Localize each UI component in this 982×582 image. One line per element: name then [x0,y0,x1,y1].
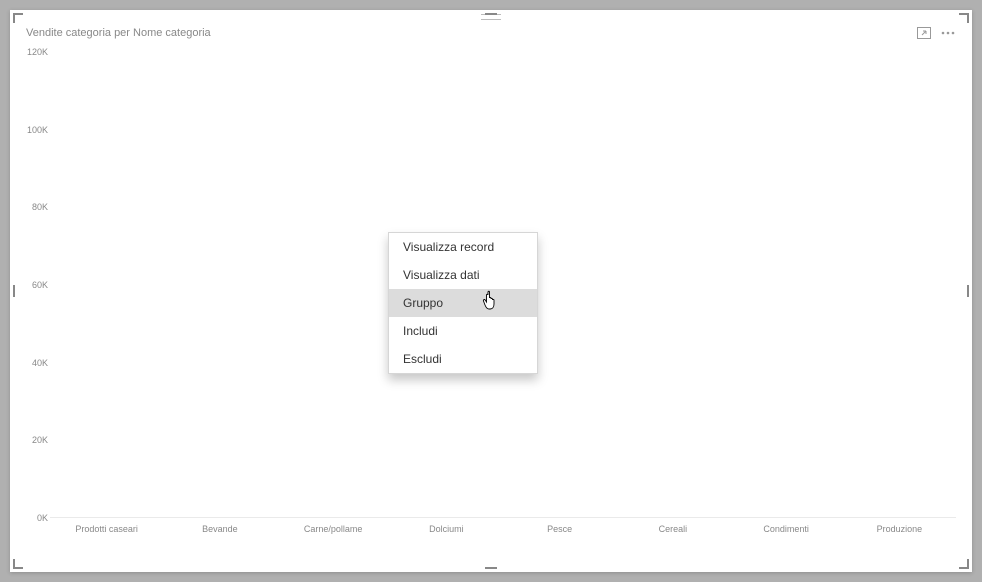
x-label: Prodotti caseari [75,524,138,534]
y-axis: 0K20K40K60K80K100K120K [22,52,48,518]
menu-item[interactable]: Includi [389,317,537,345]
x-label: Condimenti [763,524,809,534]
menu-item[interactable]: Gruppo [389,289,537,317]
focus-mode-icon[interactable] [916,25,932,41]
x-label: Bevande [202,524,238,534]
menu-item[interactable]: Escludi [389,345,537,373]
more-options-icon[interactable] [940,25,956,41]
y-tick: 40K [22,358,48,368]
x-label: Carne/pollame [304,524,363,534]
x-label: Produzione [877,524,923,534]
y-tick: 120K [22,47,48,57]
context-menu[interactable]: Visualizza recordVisualizza datiGruppoIn… [388,232,538,374]
y-tick: 80K [22,202,48,212]
x-label: Pesce [547,524,572,534]
y-tick: 60K [22,280,48,290]
y-tick: 0K [22,513,48,523]
drag-handle-icon[interactable] [481,14,501,20]
chart-title: Vendite categoria per Nome categoria [26,27,916,39]
x-axis: Prodotti caseari Bevande Carne/pollame Dolc… [50,524,956,538]
visual-container[interactable]: Vendite categoria per Nome categoria 0K 2… [10,10,972,572]
x-label: Cereali [659,524,688,534]
x-label: Dolciumi [429,524,464,534]
menu-item[interactable]: Visualizza record [389,233,537,261]
y-tick: 20K [22,435,48,445]
y-tick: 100K [22,125,48,135]
menu-item[interactable]: Visualizza dati [389,261,537,289]
